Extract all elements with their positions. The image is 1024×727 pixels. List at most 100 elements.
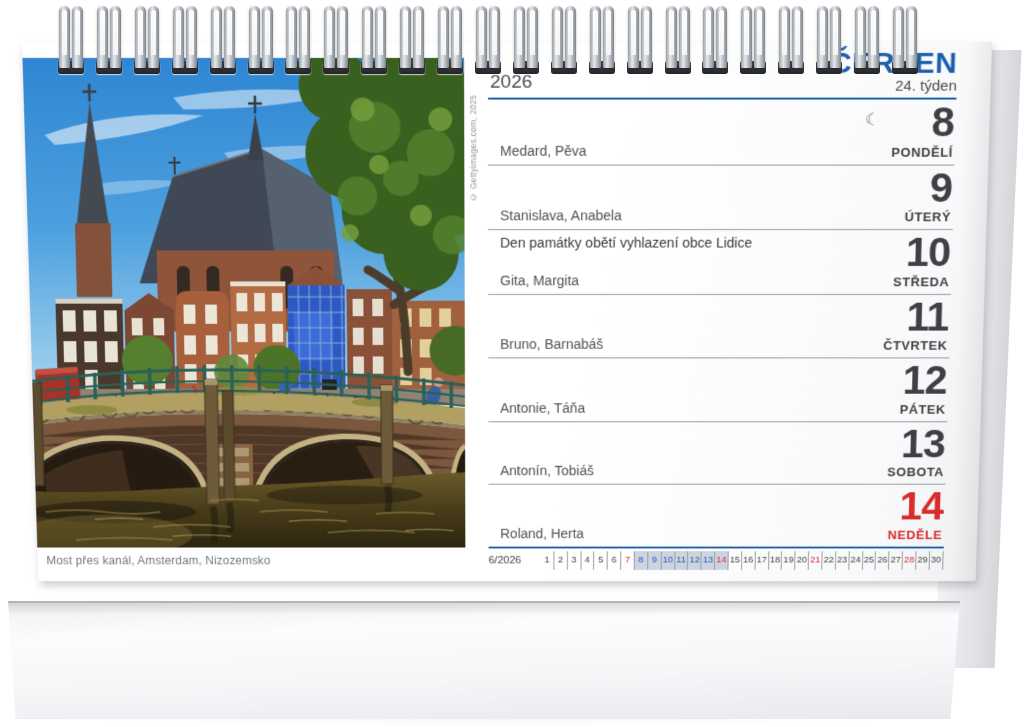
photo-amsterdam-canal: [22, 58, 465, 548]
strip-day-cell: 9: [648, 551, 662, 570]
nameday-label: Stanislava, Anabela: [500, 208, 622, 224]
strip-day-cell: 18: [769, 551, 783, 570]
nameday-label: Antonín, Tobiáš: [500, 463, 594, 478]
month-strip-label: 6/2026: [489, 551, 541, 570]
strip-day-cell: 14: [715, 551, 729, 570]
spiral-coil: [475, 6, 501, 74]
spiral-coil: [323, 6, 349, 74]
calendar-week-panel: 2026 ČERVEN 24. týden ☾8PONDĚLÍMedard, P…: [488, 52, 958, 569]
spiral-coil: [589, 6, 615, 74]
photo-caption: Most přes kanál, Amsterdam, Nizozemsko: [46, 554, 270, 567]
strip-day-cell: 5: [594, 551, 608, 570]
binding-wire: [249, 6, 260, 68]
binding-wire: [628, 6, 639, 68]
binding-wire: [552, 6, 563, 68]
binding-wire: [830, 6, 841, 68]
strip-day-cell: 22: [822, 551, 836, 570]
strip-day-cell: 26: [876, 551, 890, 570]
binding-wire: [817, 6, 828, 68]
weekday-label: ČTVRTEK: [883, 338, 948, 352]
binding-wire: [906, 6, 917, 68]
spiral-coil: [702, 6, 728, 74]
day-row: 13SOBOTAAntonín, Tobiáš: [488, 422, 947, 485]
strip-day-cell: 29: [916, 551, 930, 570]
strip-day-cell: 15: [728, 551, 742, 570]
strip-day-cell: 20: [795, 551, 809, 570]
strip-day-cell: 2: [554, 551, 567, 570]
strip-day-cell: 24: [849, 551, 863, 570]
weekday-label: PONDĚLÍ: [891, 144, 953, 159]
spiral-coil: [551, 6, 577, 74]
strip-day-cell: 10: [661, 551, 675, 570]
binding-wire: [603, 6, 614, 68]
spiral-coil: [437, 6, 463, 74]
spiral-coil: [399, 6, 425, 74]
strip-day-cell: 23: [836, 551, 850, 570]
strip-day-cell: 3: [568, 551, 581, 570]
strip-day-cell: 8: [635, 551, 649, 570]
moon-phase-icon: ☾: [865, 110, 881, 130]
strip-day-cell: 16: [742, 551, 756, 570]
binding-wire: [59, 6, 70, 68]
day-row: Den památky obětí vyhlazení obce Lidice1…: [488, 230, 952, 294]
binding-wire: [855, 6, 866, 68]
spiral-coil: [513, 6, 539, 74]
spiral-coil: [134, 6, 160, 74]
day-number: 14: [899, 487, 943, 524]
binding-wire: [148, 6, 159, 68]
binding-wire: [514, 6, 525, 68]
binding-wire: [135, 6, 146, 68]
month-strip-cells: 1234567891011121314151617181920212223242…: [541, 551, 944, 570]
strip-day-cell: 13: [702, 551, 716, 570]
binding-wire: [527, 6, 538, 68]
binding-wire: [489, 6, 500, 68]
strip-day-cell: 4: [581, 551, 595, 570]
binding-wire: [893, 6, 904, 68]
month-strip: 6/2026 123456789101112131415161718192021…: [489, 551, 944, 570]
spiral-coil: [816, 6, 842, 74]
spiral-coil: [248, 6, 274, 74]
spiral-coil: [172, 6, 198, 74]
day-number: 9: [929, 168, 952, 207]
strip-day-cell: 25: [863, 551, 877, 570]
spiral-coil: [285, 6, 311, 74]
binding-wire: [754, 6, 765, 68]
binding-wire: [262, 6, 273, 68]
binding-wire: [110, 6, 121, 68]
binding-wire: [476, 6, 487, 68]
binding-wire: [224, 6, 235, 68]
spiral-coil: [58, 6, 84, 74]
strip-day-cell: 27: [889, 551, 903, 570]
spiral-coil: [96, 6, 122, 74]
binding-wire: [641, 6, 652, 68]
binding-wire: [186, 6, 197, 68]
nameday-label: Roland, Herta: [500, 526, 584, 541]
weekday-label: STŘEDA: [893, 274, 950, 288]
nameday-label: Gita, Margita: [500, 272, 579, 287]
binding-wire: [211, 6, 222, 68]
strip-day-cell: 28: [903, 551, 917, 570]
strip-day-cell: 17: [755, 551, 769, 570]
binding-wire: [413, 6, 424, 68]
day-rows: ☾8PONDĚLÍMedard, Pěva9ÚTERÝStanislava, A…: [488, 100, 956, 548]
binding-wire: [792, 6, 803, 68]
nameday-label: Bruno, Barnabáš: [500, 336, 603, 351]
strip-day-cell: 6: [608, 551, 622, 570]
spiral-coil: [740, 6, 766, 74]
binding-wire: [703, 6, 714, 68]
day-row: 11ČTVRTEKBruno, Barnabáš: [488, 294, 951, 358]
nameday-label: Medard, Pěva: [500, 142, 587, 158]
binding-wire: [324, 6, 335, 68]
binding-wire: [362, 6, 373, 68]
day-row: ☾ 8 PONDĚLÍ Medard, Pěva: [488, 100, 956, 166]
binding-wire: [679, 6, 690, 68]
weekday-label: SOBOTA: [887, 465, 944, 479]
day-row: 12PÁTEKAntonie, Táňa: [488, 358, 949, 421]
day-number: 8: [931, 103, 954, 142]
nameday-label: Antonie, Táňa: [500, 400, 585, 415]
binding-wire: [375, 6, 386, 68]
strip-day-cell: 30: [930, 551, 944, 570]
binding-wire: [716, 6, 727, 68]
binding-wire: [868, 6, 879, 68]
calendar-page: Most přes kanál, Amsterdam, Nizozemsko ©…: [22, 42, 992, 581]
